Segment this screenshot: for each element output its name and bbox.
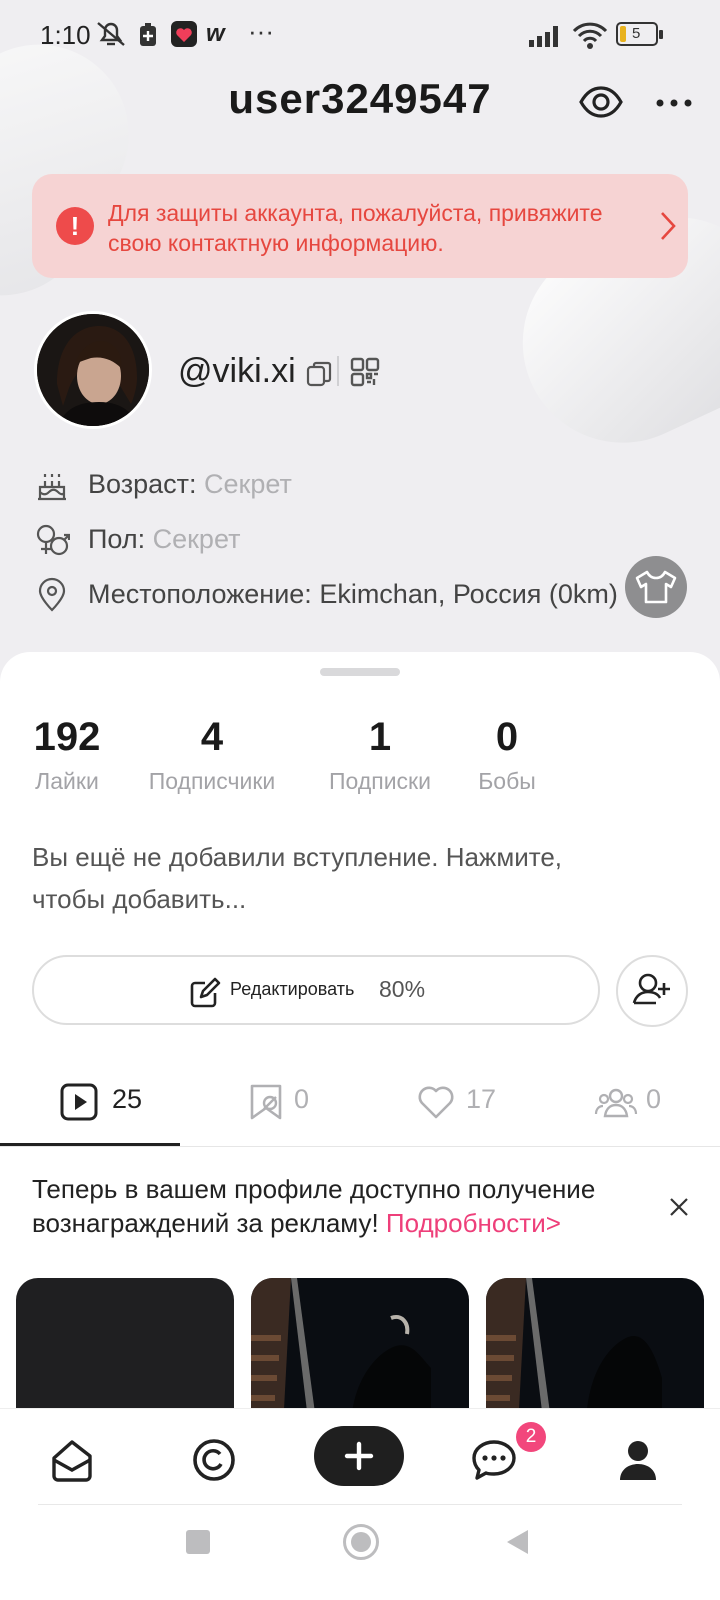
gender-row: Пол: Секрет bbox=[34, 520, 634, 560]
warning-icon: ! bbox=[56, 207, 94, 245]
profile-icon[interactable] bbox=[614, 1436, 662, 1484]
chevron-right-icon bbox=[661, 212, 676, 240]
battery-icon: 5 bbox=[616, 22, 663, 46]
tab-liked[interactable]: 17 bbox=[416, 1070, 506, 1130]
system-navigation-bar bbox=[0, 1508, 720, 1600]
details-link[interactable]: Подробности> bbox=[386, 1208, 561, 1238]
location-row: Местоположение: Ekimchan, Россия (0km) bbox=[34, 575, 674, 615]
recents-button[interactable] bbox=[186, 1530, 210, 1554]
age-row: Возраст: Секрет bbox=[34, 465, 634, 505]
gender-value: Секрет bbox=[152, 524, 241, 554]
home-icon[interactable] bbox=[48, 1436, 96, 1484]
app-notification-icon bbox=[171, 21, 197, 47]
outfit-button[interactable] bbox=[625, 556, 687, 618]
avatar[interactable] bbox=[34, 311, 152, 429]
messages-icon[interactable] bbox=[470, 1436, 518, 1484]
edit-profile-button[interactable]: Редактировать 80% bbox=[32, 955, 600, 1025]
status-bar: 1:10 w ··· 5 bbox=[0, 0, 720, 70]
home-button[interactable] bbox=[343, 1524, 379, 1560]
back-button[interactable] bbox=[504, 1528, 530, 1556]
user-handle: @viki.xi bbox=[178, 352, 296, 390]
edit-label: Редактировать bbox=[230, 979, 355, 999]
tab-videos[interactable]: 25 bbox=[60, 1070, 160, 1130]
edit-icon bbox=[190, 977, 221, 1008]
video-thumbnail[interactable] bbox=[16, 1278, 234, 1428]
wifi-icon bbox=[572, 22, 608, 49]
age-value: Секрет bbox=[204, 469, 292, 499]
more-notifications-icon: ··· bbox=[248, 16, 274, 46]
divider bbox=[337, 356, 339, 386]
ad-rewards-notice: Теперь в вашем профиле доступно получени… bbox=[32, 1172, 652, 1240]
battery-saver-icon bbox=[140, 23, 156, 46]
add-user-icon bbox=[632, 973, 670, 1005]
copy-icon[interactable] bbox=[305, 360, 333, 388]
stat-following[interactable]: 1 Подписки bbox=[322, 715, 438, 795]
profile-completion: 80% bbox=[379, 976, 426, 1002]
status-time: 1:10 bbox=[40, 20, 91, 50]
signal-icon bbox=[529, 26, 558, 47]
gender-icon bbox=[36, 524, 70, 556]
drag-handle[interactable] bbox=[320, 668, 400, 676]
video-icon bbox=[60, 1083, 98, 1121]
stat-beans[interactable]: 0 Бобы bbox=[472, 715, 542, 795]
close-icon[interactable] bbox=[668, 1196, 690, 1218]
create-button[interactable] bbox=[314, 1426, 404, 1486]
tab-friends[interactable]: 0 bbox=[594, 1070, 674, 1130]
more-options-icon[interactable] bbox=[654, 88, 694, 118]
qr-code-icon[interactable] bbox=[350, 357, 380, 387]
messages-badge: 2 bbox=[516, 1422, 546, 1452]
cake-icon bbox=[38, 474, 66, 501]
gender-label: Пол: bbox=[88, 524, 146, 554]
age-label: Возраст: bbox=[88, 469, 197, 499]
tshirt-icon bbox=[635, 570, 677, 604]
alert-text: Для защиты аккаунта, пожалуйста, привяжи… bbox=[108, 200, 603, 256]
plus-icon bbox=[344, 1441, 374, 1471]
w-app-icon: w bbox=[206, 20, 225, 47]
divider bbox=[38, 1504, 682, 1505]
video-thumbnail[interactable] bbox=[486, 1278, 704, 1428]
friends-icon bbox=[594, 1088, 638, 1118]
divider bbox=[0, 1146, 720, 1147]
location-pin-icon bbox=[38, 577, 66, 612]
location-value: Ekimchan, Россия (0km) bbox=[319, 579, 618, 609]
stat-followers[interactable]: 4 Подписчики bbox=[140, 715, 284, 795]
heart-icon bbox=[418, 1086, 454, 1119]
mute-icon bbox=[97, 22, 125, 46]
bio-placeholder[interactable]: Вы ещё не добавили вступление. Нажмите, … bbox=[32, 836, 632, 920]
stat-likes[interactable]: 192 Лайки bbox=[30, 715, 104, 795]
bookmark-icon bbox=[250, 1084, 282, 1120]
video-thumbnail[interactable] bbox=[251, 1278, 469, 1428]
discover-icon[interactable] bbox=[190, 1436, 238, 1484]
tab-saved[interactable]: 0 bbox=[246, 1070, 326, 1130]
add-friend-button[interactable] bbox=[616, 955, 688, 1027]
location-label: Местоположение: bbox=[88, 579, 312, 609]
eye-icon[interactable] bbox=[578, 82, 624, 122]
security-alert-banner[interactable]: ! Для защиты аккаунта, пожалуйста, привя… bbox=[32, 174, 688, 278]
